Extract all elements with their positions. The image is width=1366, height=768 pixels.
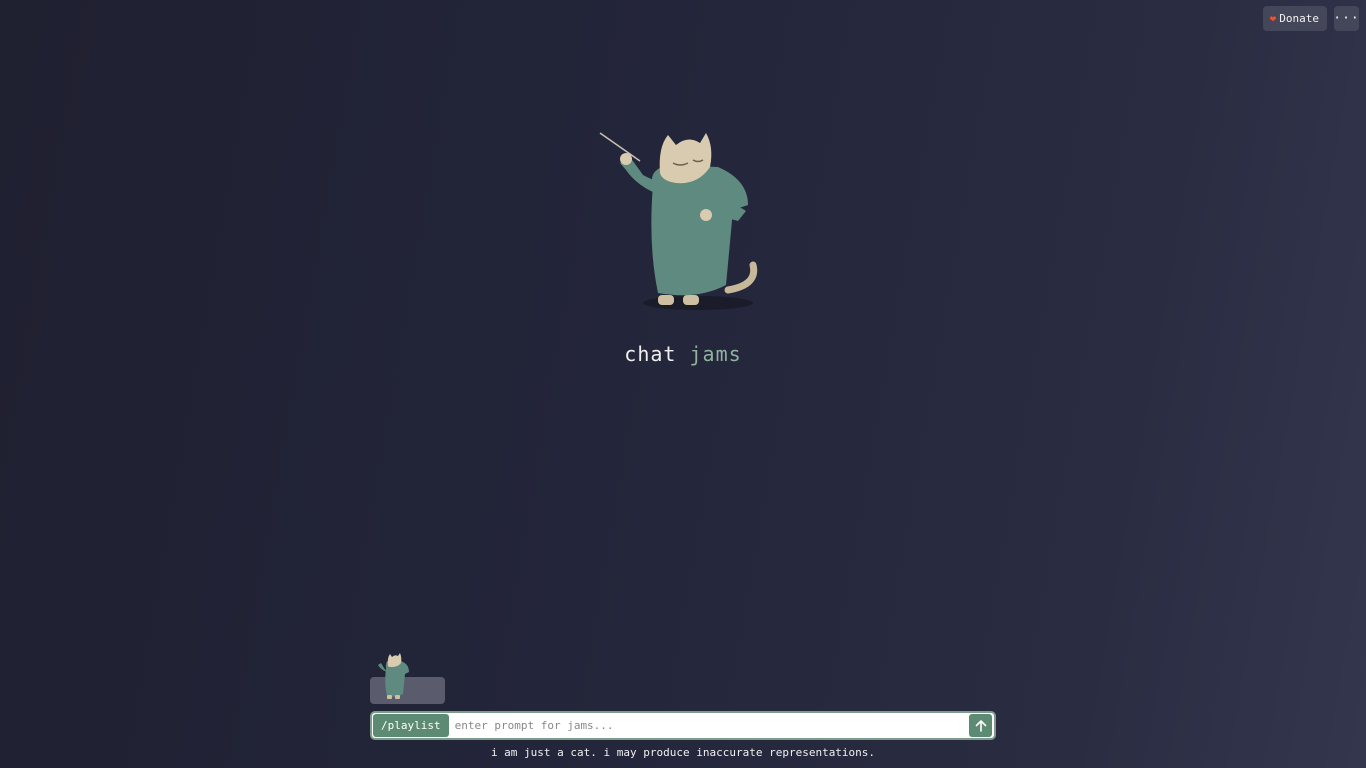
more-options-button[interactable]: ··· bbox=[1333, 6, 1360, 31]
title-word-jams: jams bbox=[689, 342, 742, 366]
cat-conductor-thumbnail[interactable] bbox=[370, 652, 445, 704]
heart-icon: ❤ bbox=[1269, 12, 1277, 25]
top-actions: ❤ Donate ··· bbox=[1262, 6, 1360, 31]
more-horizontal-icon: ··· bbox=[1333, 11, 1360, 26]
prompt-bar: /playlist bbox=[370, 711, 996, 740]
donate-button[interactable]: ❤ Donate bbox=[1262, 6, 1327, 31]
cat-conductor-illustration bbox=[599, 132, 758, 310]
playlist-command-chip[interactable]: /playlist bbox=[373, 714, 449, 737]
app-title: chat jams bbox=[0, 342, 1366, 366]
arrow-up-icon bbox=[975, 719, 986, 732]
donate-label: Donate bbox=[1279, 12, 1319, 25]
title-word-chat: chat bbox=[624, 342, 677, 366]
send-button[interactable] bbox=[969, 714, 992, 737]
cat-thumbnail-icon bbox=[378, 653, 409, 699]
prompt-input[interactable] bbox=[448, 719, 969, 732]
disclaimer-text: i am just a cat. i may produce inaccurat… bbox=[490, 746, 876, 759]
